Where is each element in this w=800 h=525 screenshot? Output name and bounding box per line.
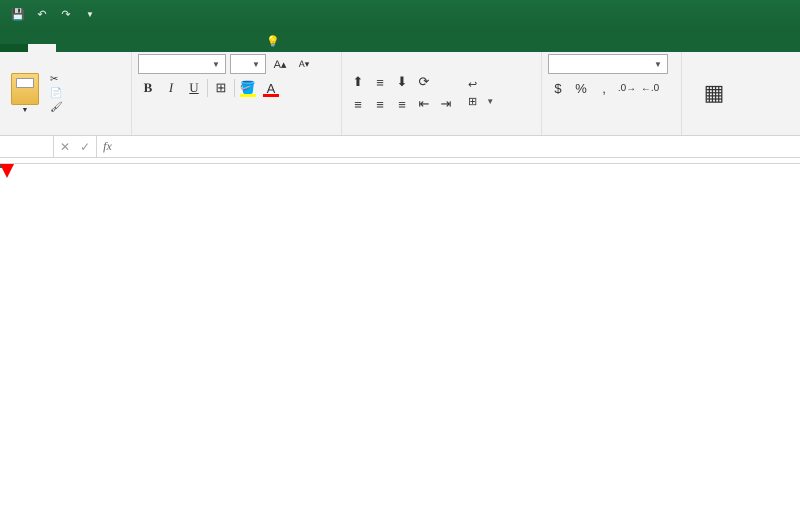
- titlebar: 💾 ↶ ↷ ▼: [0, 0, 800, 28]
- align-center-icon[interactable]: ≡: [370, 94, 390, 114]
- ribbon: ▼ ✂ 📄 🖌 ▼ ▼ A▴ A▾ B I U ⊞: [0, 52, 800, 136]
- tab-home[interactable]: [28, 44, 56, 52]
- save-icon[interactable]: 💾: [8, 4, 28, 24]
- align-left-icon[interactable]: ≡: [348, 94, 368, 114]
- group-clipboard: ▼ ✂ 📄 🖌: [0, 52, 132, 135]
- group-alignment: ⬆ ≡ ⬇ ⟳ ≡ ≡ ≡ ⇤ ⇥ ↩ ⊞▼: [342, 52, 542, 135]
- wrap-icon: ↩: [468, 78, 477, 91]
- decrease-font-icon[interactable]: A▾: [294, 54, 314, 74]
- formula-input[interactable]: [118, 136, 800, 157]
- tab-insert[interactable]: [56, 44, 84, 52]
- fill-color-button[interactable]: 🪣: [238, 78, 258, 98]
- paste-button[interactable]: ▼: [6, 73, 44, 114]
- qat-customize-icon[interactable]: ▼: [80, 4, 100, 24]
- orientation-icon[interactable]: ⟳: [414, 72, 434, 92]
- copy-button[interactable]: 📄: [48, 87, 68, 100]
- underline-button[interactable]: U: [184, 78, 204, 98]
- group-number: ▼ $ % , .0→ ←.0: [542, 52, 682, 135]
- bold-button[interactable]: B: [138, 78, 158, 98]
- copy-icon: 📄: [50, 88, 62, 99]
- border-button[interactable]: ⊞: [211, 78, 231, 98]
- selection-border: [0, 164, 4, 168]
- wrap-text-button[interactable]: ↩: [468, 78, 495, 91]
- font-name-select[interactable]: ▼: [138, 54, 226, 74]
- quick-access-toolbar: 💾 ↶ ↷ ▼: [0, 0, 108, 28]
- tab-pdfelement[interactable]: [224, 44, 252, 52]
- percent-button[interactable]: %: [571, 78, 591, 98]
- brush-icon: 🖌: [50, 102, 63, 113]
- merge-icon: ⊞: [468, 95, 477, 108]
- align-middle-icon[interactable]: ≡: [370, 72, 390, 92]
- format-painter-button[interactable]: 🖌: [48, 101, 68, 114]
- indent-increase-icon[interactable]: ⇥: [436, 94, 456, 114]
- group-font: ▼ ▼ A▴ A▾ B I U ⊞ 🪣 A: [132, 52, 342, 135]
- conditional-formatting-icon: ▦: [704, 81, 725, 105]
- fx-icon[interactable]: fx: [103, 139, 112, 154]
- number-format-select[interactable]: ▼: [548, 54, 668, 74]
- tell-me-search[interactable]: [252, 31, 800, 52]
- font-color-button[interactable]: A: [261, 78, 281, 98]
- redo-icon[interactable]: ↷: [56, 4, 76, 24]
- tab-review[interactable]: [168, 44, 196, 52]
- decrease-decimal-icon[interactable]: ←.0: [640, 78, 660, 98]
- name-box[interactable]: [0, 136, 54, 157]
- tab-view[interactable]: [196, 44, 224, 52]
- tab-file[interactable]: [0, 44, 28, 52]
- group-styles: ▦: [682, 52, 746, 135]
- paste-icon: [11, 73, 39, 105]
- tab-page-layout[interactable]: [84, 44, 112, 52]
- ribbon-tabs: [0, 28, 800, 52]
- cut-button[interactable]: ✂: [48, 73, 68, 86]
- merge-center-button[interactable]: ⊞▼: [468, 95, 495, 108]
- font-size-select[interactable]: ▼: [230, 54, 266, 74]
- italic-button[interactable]: I: [161, 78, 181, 98]
- comma-button[interactable]: ,: [594, 78, 614, 98]
- undo-icon[interactable]: ↶: [32, 4, 52, 24]
- align-top-icon[interactable]: ⬆: [348, 72, 368, 92]
- cancel-formula-icon[interactable]: ✕: [60, 140, 70, 154]
- formula-bar: ✕ ✓ fx: [0, 136, 800, 158]
- align-bottom-icon[interactable]: ⬇: [392, 72, 412, 92]
- tab-formulas[interactable]: [112, 44, 140, 52]
- clipboard-side: ✂ 📄 🖌: [48, 73, 68, 114]
- increase-decimal-icon[interactable]: .0→: [617, 78, 637, 98]
- align-right-icon[interactable]: ≡: [392, 94, 412, 114]
- tab-data[interactable]: [140, 44, 168, 52]
- increase-font-icon[interactable]: A▴: [270, 54, 290, 74]
- indent-decrease-icon[interactable]: ⇤: [414, 94, 434, 114]
- conditional-formatting-button[interactable]: ▦: [688, 81, 740, 105]
- scissors-icon: ✂: [50, 74, 58, 85]
- enter-formula-icon[interactable]: ✓: [80, 140, 90, 154]
- currency-button[interactable]: $: [548, 78, 568, 98]
